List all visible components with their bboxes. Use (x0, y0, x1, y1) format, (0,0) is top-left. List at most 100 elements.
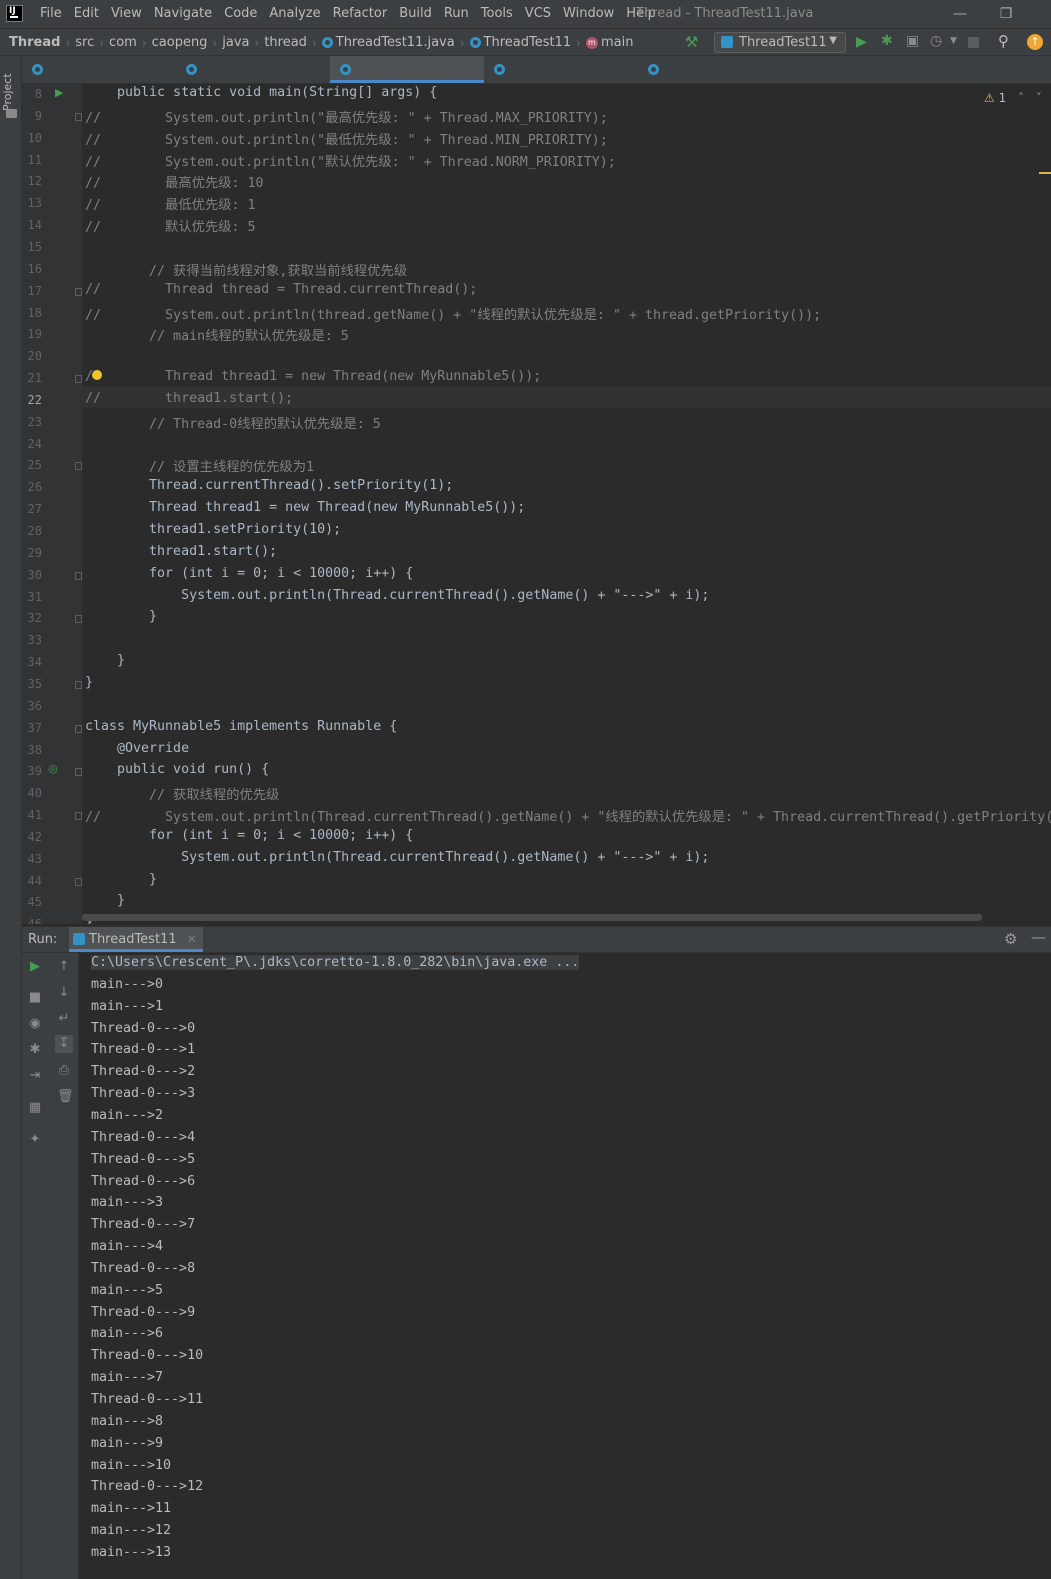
breadcrumb-separator: › (65, 35, 71, 50)
fold-marker-icon[interactable] (75, 288, 82, 296)
profile-icon[interactable]: ◷ (930, 33, 942, 49)
update-notification-icon[interactable]: ↑ (1027, 34, 1043, 50)
fold-marker-icon[interactable] (75, 725, 82, 733)
layout-icon[interactable]: ▦ (28, 1101, 42, 1115)
console-line: Thread-0--->9 (91, 1305, 196, 1320)
tab-threadtest07[interactable]: ThreadTest07.java✕ (22, 56, 176, 104)
run-gutter-icon[interactable]: ▶ (55, 86, 63, 99)
code-line: // System.out.println(thread.getName() +… (85, 308, 822, 323)
run-configuration-select[interactable]: ThreadTest11 ▼ (714, 32, 846, 53)
breadcrumb-item[interactable]: ThreadTest11 (467, 35, 575, 50)
chevron-down-icon[interactable]: ˅ (1036, 91, 1042, 105)
fold-marker-icon[interactable] (75, 572, 82, 580)
breadcrumb-item[interactable]: caopeng (149, 35, 211, 50)
menu-item-edit[interactable]: Edit (68, 0, 105, 28)
trash-icon[interactable]: 🗑 (57, 1090, 74, 1104)
pin-icon[interactable]: ✦ (28, 1133, 42, 1147)
menu-item-build[interactable]: Build (393, 0, 438, 28)
line-number: 36 (27, 699, 42, 713)
breadcrumb-item[interactable]: src (72, 35, 97, 50)
line-number: 40 (27, 786, 42, 800)
code-editor[interactable]: 8 9 10 11 12 13 14 15 16 17 18 19 20 21 22 23 24 25 26 27 28… (22, 84, 1051, 924)
chevron-up-icon[interactable]: ˄ (1018, 91, 1024, 105)
code-line: / Thread thread1 = new Thread(new MyRunn… (85, 369, 542, 384)
fold-marker-icon[interactable] (75, 812, 82, 820)
menu-item-code[interactable]: Code (218, 0, 263, 28)
arrow-up-icon[interactable]: ↑ (57, 960, 71, 974)
breadcrumb-item[interactable]: thread (261, 35, 310, 50)
breadcrumb-item[interactable]: java (219, 35, 252, 50)
code-line: } (85, 609, 158, 624)
fold-marker-icon[interactable] (75, 878, 82, 886)
menu-item-navigate[interactable]: Navigate (148, 0, 218, 28)
code-line: @Override (85, 741, 190, 756)
line-number: 37 (27, 721, 42, 735)
fold-marker-icon[interactable] (75, 615, 82, 623)
search-icon[interactable]: ⚲ (998, 32, 1009, 50)
line-number: 24 (27, 437, 42, 451)
menu-item-view[interactable]: View (105, 0, 148, 28)
breadcrumb-item[interactable]: Thread (6, 35, 63, 50)
menu-item-file[interactable]: File (34, 0, 68, 28)
breadcrumb-item[interactable]: ThreadTest11.java (319, 35, 458, 50)
code-line: } (85, 893, 126, 908)
camera-icon[interactable]: ◉ (28, 1017, 42, 1031)
menu-item-analyze[interactable]: Analyze (263, 0, 326, 28)
rerun-icon[interactable]: ▶ (28, 960, 42, 974)
tab-threadtest10[interactable]: ThreadTest10.java✕ (638, 56, 784, 104)
warnings-indicator[interactable]: ⚠ 1 ˄ ˅ (984, 91, 1042, 105)
menu-item-window[interactable]: Window (557, 0, 620, 28)
menu-item-run[interactable]: Run (438, 0, 475, 28)
line-number: 28 (27, 524, 42, 538)
implement-method-icon[interactable]: ◎ (48, 762, 58, 775)
menu-item-refactor[interactable]: Refactor (327, 0, 394, 28)
stop-icon[interactable] (968, 37, 979, 48)
code-line: thread1.start(); (85, 544, 278, 559)
tab-threadtest08[interactable]: ThreadTest08.java✕ (176, 56, 330, 104)
line-number: 20 (27, 349, 42, 363)
breadcrumb-item[interactable]: com (106, 35, 140, 50)
stop-icon[interactable]: ■ (28, 991, 42, 1005)
editor-gutter: 8 9 10 11 12 13 14 15 16 17 18 19 20 21 22 23 24 25 26 27 28… (22, 84, 82, 924)
build-hammer-icon[interactable]: ⚒ (685, 33, 698, 51)
fold-marker-icon[interactable] (75, 768, 82, 776)
breadcrumb-label: ThreadTest11.java (335, 35, 455, 50)
debug-bug-icon[interactable]: ✱ (28, 1043, 42, 1057)
menu-item-tools[interactable]: Tools (475, 0, 519, 28)
chevron-down-icon[interactable]: ▼ (950, 36, 957, 46)
restore-window-button[interactable]: ❐ (983, 0, 1029, 28)
console-line: main--->12 (91, 1523, 172, 1538)
horizontal-scrollbar[interactable] (82, 914, 982, 921)
breadcrumb-item[interactable]: m main (583, 35, 636, 50)
fold-marker-icon[interactable] (75, 462, 82, 470)
tab-threadtest09[interactable]: ThreadTest09.java✕ (484, 56, 638, 104)
console-output[interactable]: C:\Users\Crescent_P\.jdks\corretto-1.8.0… (79, 953, 1051, 1579)
error-stripe-marker[interactable] (1039, 172, 1051, 174)
export-icon[interactable]: ⇥ (28, 1069, 42, 1083)
console-line: main--->10 (91, 1458, 172, 1473)
fold-marker-icon[interactable] (75, 113, 82, 121)
breadcrumb-label: Thread (9, 35, 61, 50)
minimize-window-button[interactable]: — (937, 0, 983, 28)
menu-item-vcs[interactable]: VCS (519, 0, 557, 28)
scroll-to-end-icon[interactable]: ↧ (55, 1035, 73, 1053)
tab-threadtest11[interactable]: ThreadTest11.java✕ (330, 56, 484, 104)
code-line: // thread1.start(); (85, 391, 294, 406)
run-tab[interactable]: ThreadTest11 ✕ (69, 927, 203, 952)
debug-icon[interactable]: ✱ (881, 33, 893, 49)
gear-icon[interactable]: ⚙ (1004, 930, 1017, 948)
print-icon[interactable]: ⎙ (57, 1064, 71, 1078)
fold-marker-icon[interactable] (75, 681, 82, 689)
close-tab-icon[interactable]: ✕ (187, 932, 197, 946)
coverage-icon[interactable]: ▣ (906, 33, 919, 49)
run-icon[interactable]: ▶ (856, 34, 867, 50)
line-number: 34 (27, 655, 42, 669)
hide-panel-icon[interactable]: — (1031, 928, 1046, 946)
lightbulb-icon[interactable] (92, 370, 102, 380)
soft-wrap-icon[interactable]: ↵ (57, 1012, 71, 1026)
fold-marker-icon[interactable] (75, 375, 82, 383)
java-class-icon (321, 37, 333, 48)
arrow-down-icon[interactable]: ↓ (57, 986, 71, 1000)
line-number: 26 (27, 480, 42, 494)
line-number: 30 (27, 568, 42, 582)
